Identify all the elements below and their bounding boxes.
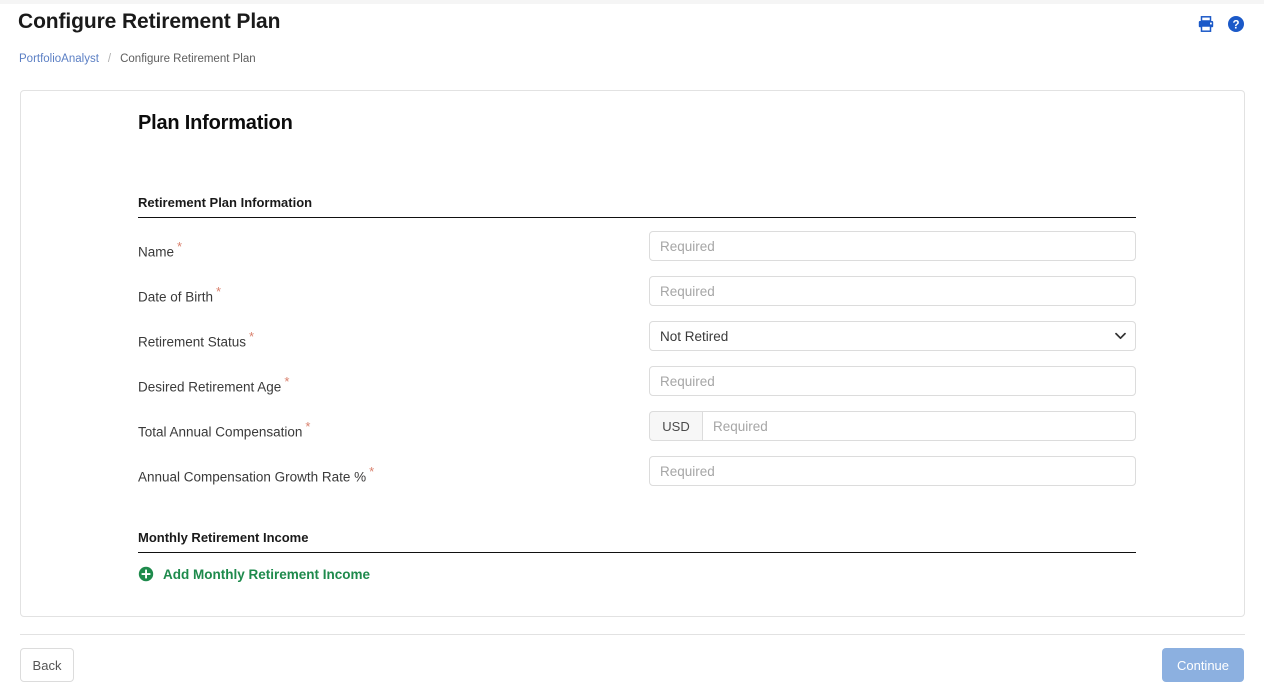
control-date-of-birth: [649, 276, 1136, 306]
required-asterisk: *: [284, 374, 289, 389]
control-annual-compensation-growth-rate: [649, 456, 1136, 486]
breadcrumb: PortfolioAnalyst / Configure Retirement …: [19, 53, 256, 65]
add-monthly-retirement-income-link[interactable]: Add Monthly Retirement Income: [138, 566, 370, 582]
form-row-retirement-status: Retirement Status* Not Retired: [138, 321, 1136, 366]
currency-addon-usd: USD: [649, 411, 702, 441]
label-total-annual-compensation-text: Total Annual Compensation: [138, 425, 302, 440]
header-icon-group: ?: [1196, 14, 1246, 34]
form-row-desired-retirement-age: Desired Retirement Age*: [138, 366, 1136, 411]
control-desired-retirement-age: [649, 366, 1136, 396]
section-divider: [138, 552, 1136, 553]
page-title: Configure Retirement Plan: [18, 10, 280, 34]
add-monthly-retirement-income-label: Add Monthly Retirement Income: [163, 567, 370, 582]
total-annual-compensation-input[interactable]: [702, 411, 1136, 441]
back-button[interactable]: Back: [20, 648, 74, 682]
label-name-text: Name: [138, 245, 174, 260]
name-input[interactable]: [649, 231, 1136, 261]
desired-retirement-age-input[interactable]: [649, 366, 1136, 396]
label-date-of-birth: Date of Birth*: [138, 285, 221, 305]
section-title: Retirement Plan Information: [138, 195, 1136, 217]
section-divider: [138, 217, 1136, 218]
retirement-status-select-wrap: Not Retired: [649, 321, 1136, 351]
card-title: Plan Information: [138, 112, 293, 135]
breadcrumb-current: Configure Retirement Plan: [120, 53, 256, 65]
svg-text:?: ?: [1232, 19, 1239, 31]
plus-circle-icon: [138, 566, 154, 582]
control-total-annual-compensation: USD: [649, 411, 1136, 441]
continue-button[interactable]: Continue: [1162, 648, 1244, 682]
footer-divider: [20, 634, 1245, 635]
label-name: Name*: [138, 240, 182, 260]
label-desired-retirement-age: Desired Retirement Age*: [138, 375, 289, 395]
section-retirement-plan-information: Retirement Plan Information: [138, 195, 1136, 218]
label-date-of-birth-text: Date of Birth: [138, 290, 213, 305]
label-retirement-status: Retirement Status*: [138, 330, 254, 350]
retirement-status-select[interactable]: Not Retired: [649, 321, 1136, 351]
help-circle-icon[interactable]: ?: [1226, 14, 1246, 34]
form-row-annual-compensation-growth-rate: Annual Compensation Growth Rate %*: [138, 456, 1136, 501]
label-desired-retirement-age-text: Desired Retirement Age: [138, 380, 281, 395]
printer-icon[interactable]: [1196, 14, 1216, 34]
form-row-name: Name*: [138, 231, 1136, 276]
total-annual-compensation-group: USD: [649, 411, 1136, 441]
breadcrumb-separator: /: [108, 53, 111, 65]
required-asterisk: *: [177, 239, 182, 254]
control-retirement-status: Not Retired: [649, 321, 1136, 351]
required-asterisk: *: [369, 464, 374, 479]
label-retirement-status-text: Retirement Status: [138, 335, 246, 350]
label-total-annual-compensation: Total Annual Compensation*: [138, 420, 310, 440]
form-row-date-of-birth: Date of Birth*: [138, 276, 1136, 321]
form-row-total-annual-compensation: Total Annual Compensation* USD: [138, 411, 1136, 456]
section-monthly-retirement-income: Monthly Retirement Income: [138, 530, 1136, 553]
plan-information-card: Plan Information Retirement Plan Informa…: [20, 90, 1245, 617]
breadcrumb-link-portfolioanalyst[interactable]: PortfolioAnalyst: [19, 53, 99, 65]
label-annual-compensation-growth-rate-text: Annual Compensation Growth Rate %: [138, 470, 366, 485]
label-annual-compensation-growth-rate: Annual Compensation Growth Rate %*: [138, 465, 374, 485]
required-asterisk: *: [249, 329, 254, 344]
section-title: Monthly Retirement Income: [138, 530, 1136, 552]
page-root: Configure Retirement Plan ? PortfolioAna…: [0, 0, 1264, 698]
required-asterisk: *: [305, 419, 310, 434]
annual-compensation-growth-rate-input[interactable]: [649, 456, 1136, 486]
date-of-birth-input[interactable]: [649, 276, 1136, 306]
retirement-plan-form: Name* Date of Birth* Retirement Status*: [138, 231, 1136, 501]
required-asterisk: *: [216, 284, 221, 299]
control-name: [649, 231, 1136, 261]
page-header: Configure Retirement Plan ? PortfolioAna…: [0, 4, 1264, 80]
